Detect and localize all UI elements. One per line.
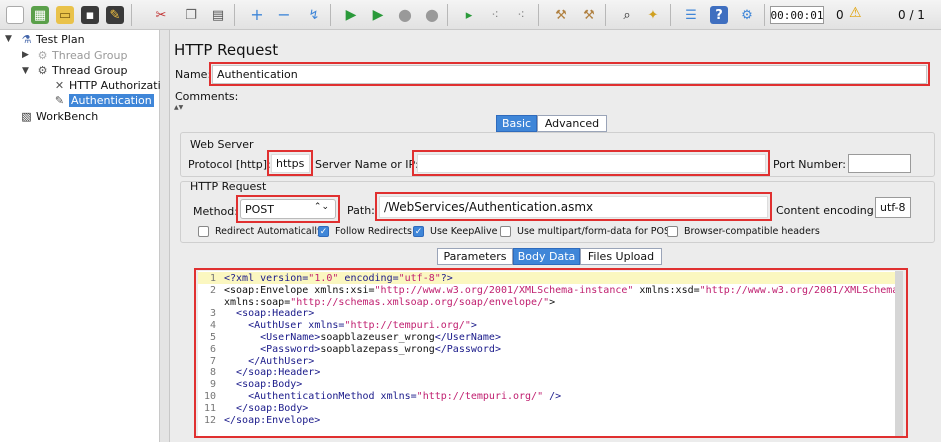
search-icon[interactable]: ⌕: [616, 4, 638, 26]
highlight-box: [267, 150, 313, 176]
server-label: Server Name or IP:: [315, 158, 419, 171]
checkbox-label: Browser-compatible headers: [684, 226, 820, 237]
open-icon[interactable]: ▭: [54, 4, 76, 26]
highlight-box: [194, 268, 908, 438]
pen-icon: ✎: [54, 94, 65, 107]
tab-parameters[interactable]: Parameters: [437, 248, 513, 265]
active-threads: 0 / 1: [898, 8, 925, 22]
multipart-checkbox[interactable]: Use multipart/form-data for POST: [500, 226, 676, 237]
templates-icon[interactable]: ▦: [29, 4, 51, 26]
collapse-arrows-icon[interactable]: ▲▼: [174, 104, 941, 111]
expand-toggle-icon[interactable]: ▼: [22, 66, 29, 76]
collapse-icon[interactable]: −: [273, 4, 295, 26]
tree-node-authentication[interactable]: ✎ Authentication: [53, 93, 154, 108]
main-toolbar: ▦ ▭ ▪ ✎ ✂ ❐ ▤ + − ↯ ▶ ▶ ● ● ▸ ⁖ ⁖ ⚒ ⚒ ⌕ …: [0, 0, 941, 30]
checkbox-icon: [198, 226, 209, 237]
tree-node-http-authorization[interactable]: ✕ HTTP Authorizatio: [53, 78, 167, 93]
reset-search-icon[interactable]: ✦: [642, 4, 664, 26]
tree-node-label: Authentication: [69, 94, 154, 107]
method-label: Method:: [193, 205, 238, 218]
highlight-box: [209, 62, 930, 86]
http-request-panel: HTTP Request Name: Authentication Commen…: [170, 30, 941, 442]
checkbox-label: Redirect Automatically: [215, 226, 323, 237]
gear-icon: ⚙: [37, 64, 48, 77]
expand-icon[interactable]: +: [246, 4, 268, 26]
name-label: Name:: [175, 68, 212, 81]
save-icon[interactable]: ▪: [79, 4, 101, 26]
content-encoding-label: Content encoding:: [776, 204, 878, 217]
tree-node-label: WorkBench: [36, 110, 99, 123]
shutdown-icon[interactable]: ●: [421, 4, 443, 26]
redirect-automatically-checkbox[interactable]: Redirect Automatically: [198, 226, 323, 237]
warning-icon[interactable]: ⚠: [849, 5, 862, 21]
tab-files-upload[interactable]: Files Upload: [580, 248, 662, 265]
checkmark-icon: ✓: [413, 226, 424, 237]
http-request-legend: HTTP Request: [190, 180, 267, 193]
protocol-label: Protocol [http]:: [188, 158, 271, 171]
help-icon[interactable]: ?: [708, 4, 730, 26]
checkbox-label: Follow Redirects: [335, 226, 412, 237]
highlight-box: [412, 150, 770, 176]
save-as-icon[interactable]: ✎: [104, 4, 126, 26]
browser-compatible-checkbox[interactable]: Browser-compatible headers: [667, 226, 820, 237]
workbench-icon: ▧: [21, 110, 32, 123]
tree-node-thread-group-disabled[interactable]: ⚙ Thread Group: [36, 48, 128, 63]
tree-node-label: Test Plan: [36, 33, 85, 46]
remote-stop-icon[interactable]: ⁖: [484, 4, 506, 26]
page-title: HTTP Request: [174, 41, 279, 59]
stop-icon[interactable]: ●: [394, 4, 416, 26]
test-plan-icon: ⚗: [21, 33, 32, 46]
checkbox-label: Use KeepAlive: [430, 226, 498, 237]
paste-icon[interactable]: ▤: [207, 4, 229, 26]
expand-toggle-icon[interactable]: ▼: [5, 34, 12, 44]
start-icon[interactable]: ▶: [340, 4, 362, 26]
port-field[interactable]: [848, 154, 911, 173]
tree-node-test-plan[interactable]: ⚗ Test Plan: [20, 32, 85, 47]
remote-shutdown-icon[interactable]: ⁖: [510, 4, 532, 26]
tab-advanced[interactable]: Advanced: [537, 115, 607, 132]
warning-count: 0: [836, 8, 844, 22]
comments-label: Comments:: [175, 90, 239, 103]
collapse-toggle-icon[interactable]: ▶: [22, 50, 29, 60]
tab-body-data[interactable]: Body Data: [513, 248, 580, 265]
content-encoding-field[interactable]: utf-8: [875, 197, 911, 218]
tab-basic[interactable]: Basic: [496, 115, 537, 132]
checkmark-icon: ✓: [318, 226, 329, 237]
web-server-legend: Web Server: [190, 138, 254, 151]
checkbox-icon: [500, 226, 511, 237]
tree-node-label: HTTP Authorizatio: [69, 79, 168, 92]
checkbox-label: Use multipart/form-data for POST: [517, 226, 676, 237]
follow-redirects-checkbox[interactable]: ✓ Follow Redirects: [318, 226, 412, 237]
elapsed-time: 00:00:01: [770, 6, 824, 24]
test-plan-tree: ▼ ⚗ Test Plan ▶ ⚙ Thread Group ▼ ⚙ Threa…: [0, 30, 167, 442]
split-pane-divider[interactable]: [160, 30, 170, 442]
options-icon[interactable]: ⚙: [736, 4, 758, 26]
tree-node-thread-group[interactable]: ⚙ Thread Group: [36, 63, 128, 78]
start-no-pause-icon[interactable]: ▶: [367, 4, 389, 26]
use-keepalive-checkbox[interactable]: ✓ Use KeepAlive: [413, 226, 498, 237]
copy-icon[interactable]: ❐: [180, 4, 202, 26]
wrench-icon: ✕: [54, 79, 65, 92]
tree-node-label: Thread Group: [52, 64, 128, 77]
new-icon[interactable]: [4, 4, 26, 26]
checkbox-icon: [667, 226, 678, 237]
toggle-icon[interactable]: ↯: [303, 4, 325, 26]
cut-icon[interactable]: ✂: [150, 4, 172, 26]
path-label: Path:: [347, 204, 375, 217]
highlight-box: [236, 195, 340, 223]
clear-all-icon[interactable]: ⚒: [578, 4, 600, 26]
function-helper-icon[interactable]: ☰: [680, 4, 702, 26]
clear-icon[interactable]: ⚒: [550, 4, 572, 26]
gear-icon: ⚙: [37, 49, 48, 62]
highlight-box: [375, 192, 772, 221]
tree-node-workbench[interactable]: ▧ WorkBench: [20, 109, 98, 124]
port-label: Port Number:: [773, 158, 847, 171]
remote-start-icon[interactable]: ▸: [458, 4, 480, 26]
tree-node-label: Thread Group: [52, 49, 128, 62]
